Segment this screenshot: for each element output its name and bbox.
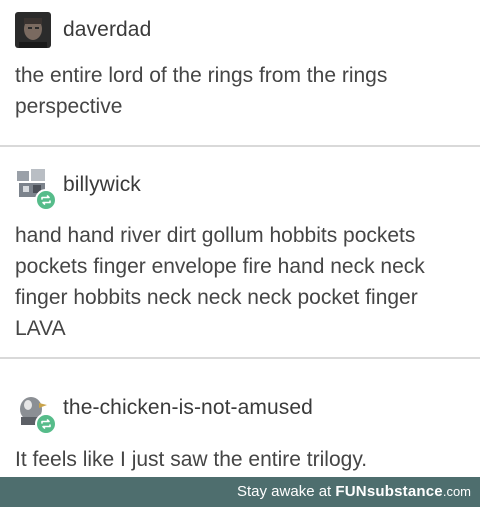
post-text: It feels like I just saw the entire tril… <box>15 448 368 471</box>
footer-watermark[interactable]: Stay awake at FUNsubstance.com <box>237 483 471 500</box>
username[interactable]: the-chicken-is-not-amused <box>63 396 313 420</box>
reblog-icon <box>35 413 57 435</box>
avatar[interactable] <box>15 12 51 48</box>
post-the-chicken-is-not-amused: the-chicken-is-not-amused It feels like … <box>0 388 480 473</box>
divider <box>0 357 480 359</box>
reblog-icon <box>35 189 57 211</box>
footer-brand: FUNsubstance <box>335 483 443 500</box>
post-text: hand hand river dirt gollum hobbits pock… <box>15 224 425 340</box>
footer-prefix: Stay awake at <box>237 483 336 500</box>
post-text: the entire lord of the rings from the ri… <box>15 64 388 118</box>
footer-domain: .com <box>442 484 471 499</box>
post-billywick: billywick hand hand river dirt gollum ho… <box>0 165 480 345</box>
post-daverdad: daverdad the entire lord of the rings fr… <box>0 8 480 128</box>
divider <box>0 145 480 147</box>
username[interactable]: daverdad <box>63 18 151 42</box>
footer-bar: Stay awake at FUNsubstance.com <box>0 477 480 507</box>
username[interactable]: billywick <box>63 173 141 197</box>
